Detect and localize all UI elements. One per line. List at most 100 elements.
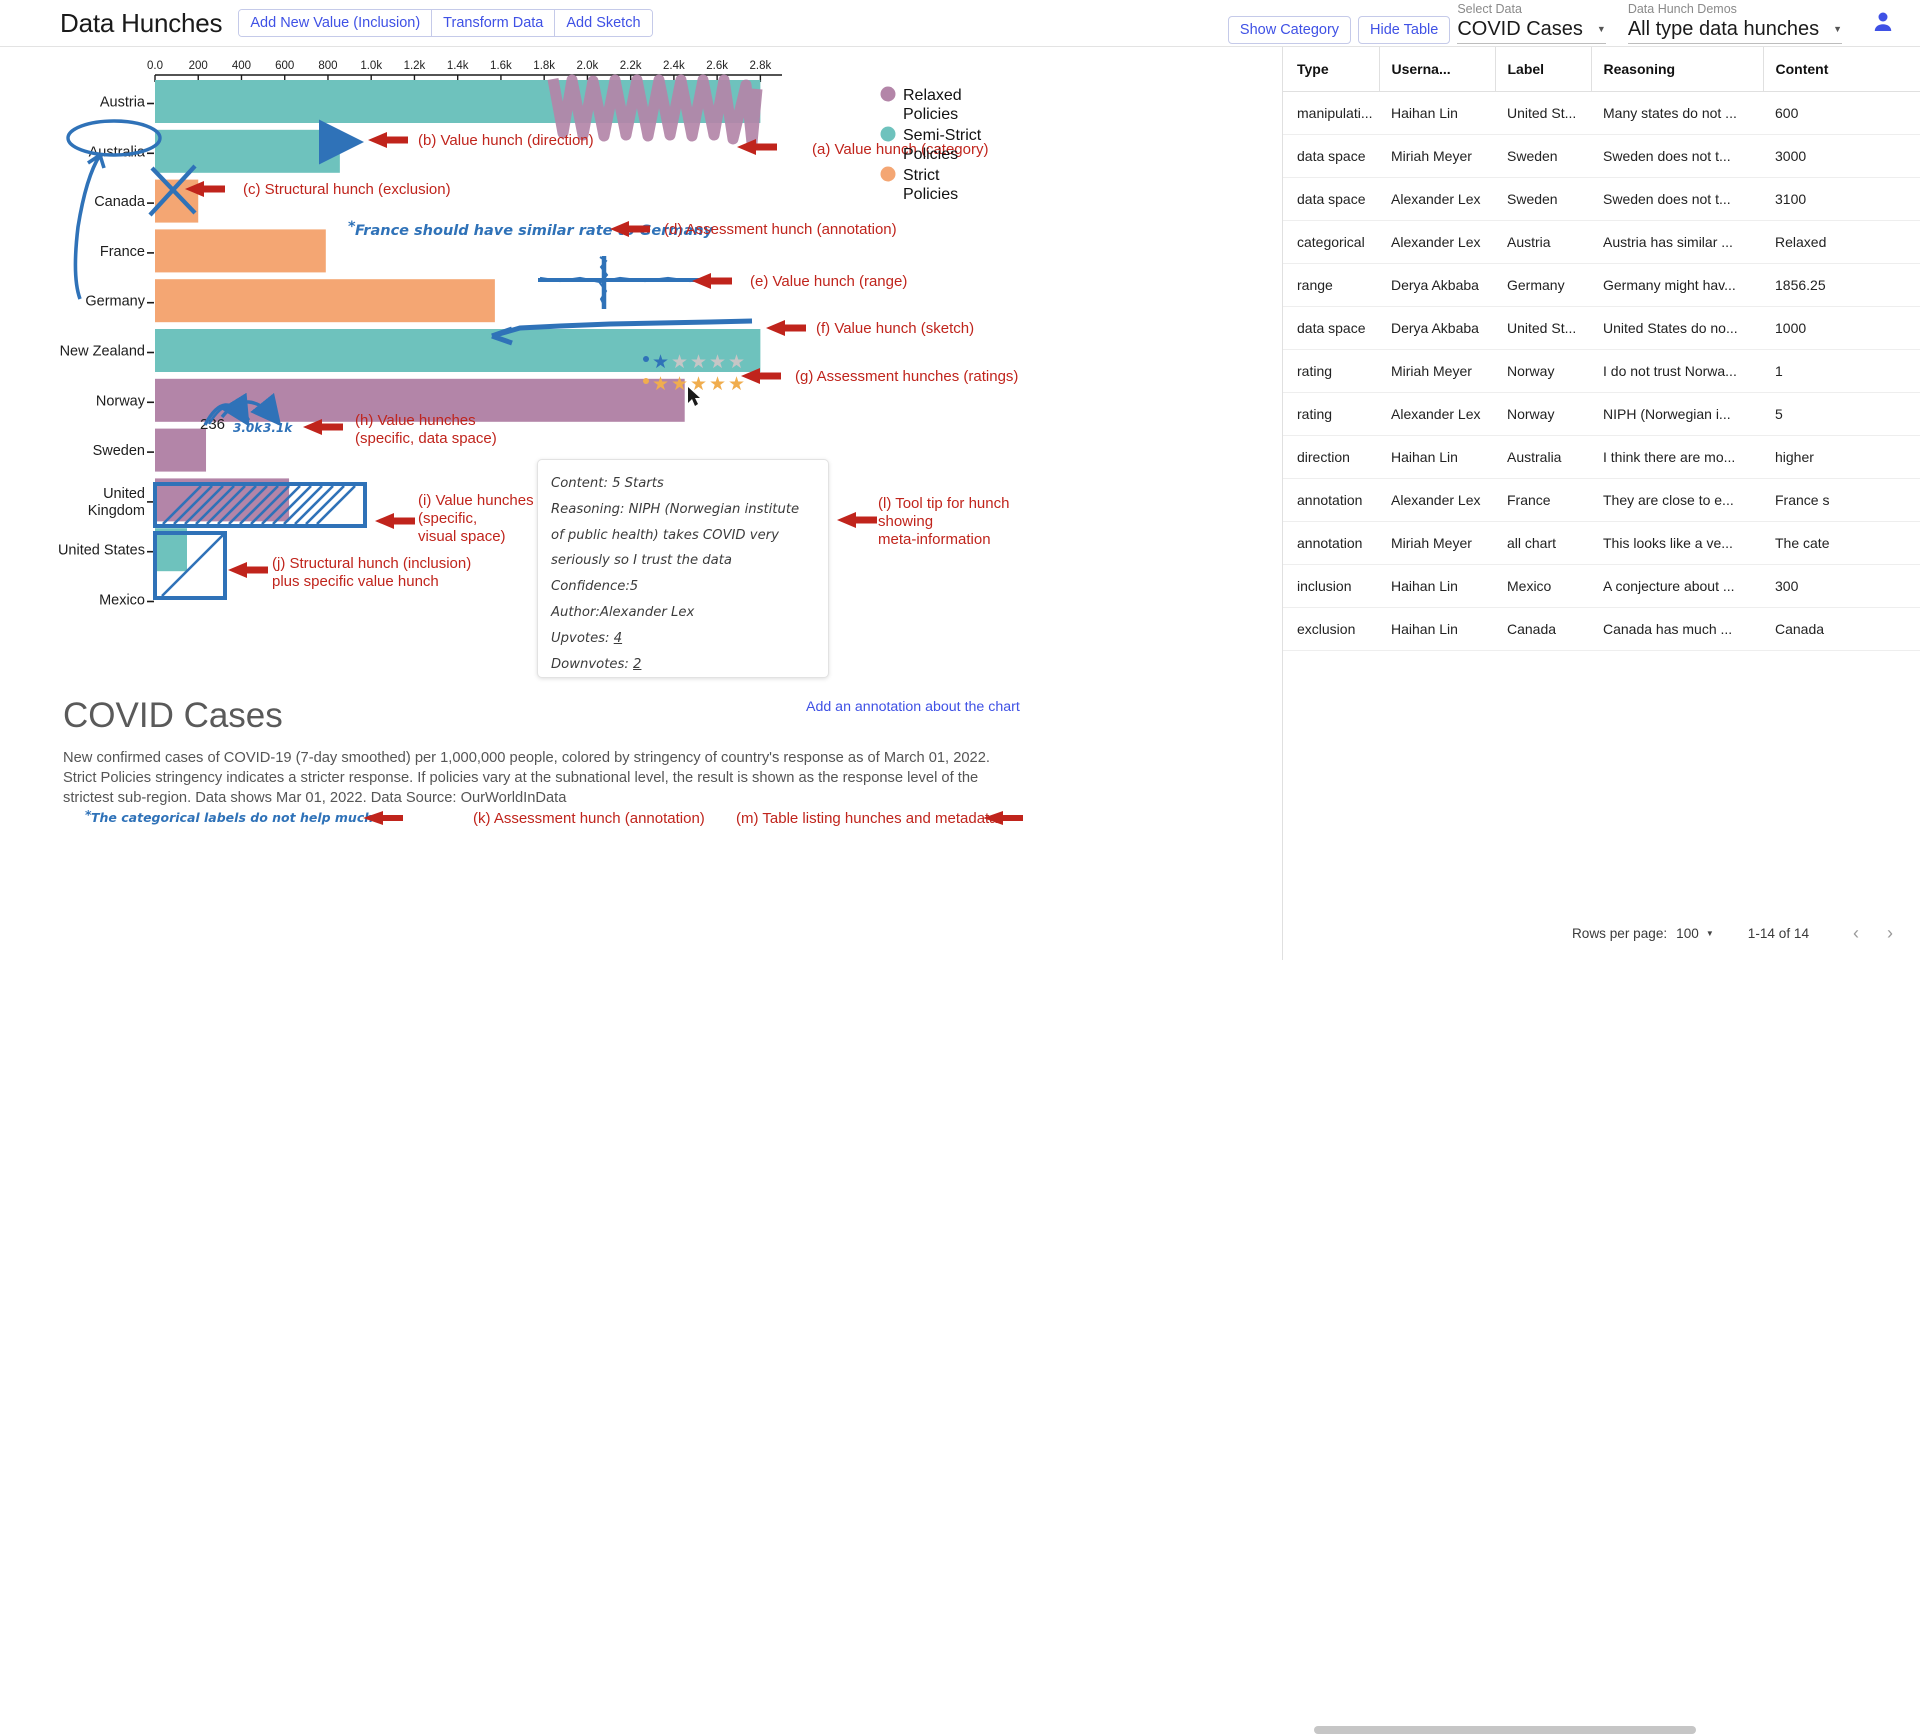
x-axis-tick-label: 1.4k (447, 60, 469, 72)
category-label: Mexico (99, 593, 145, 609)
bar[interactable] (155, 428, 207, 472)
tooltip-upvotes-value[interactable]: 4 (614, 631, 622, 646)
show-category-button[interactable]: Show Category (1227, 16, 1352, 44)
rating-star-icon[interactable]: ★ (671, 352, 688, 373)
previous-page-button[interactable]: ‹ (1839, 923, 1873, 944)
select-data-value: COVID Cases (1457, 18, 1583, 40)
hunch-tooltip: Content: 5 Starts Reasoning: NIPH (Norwe… (537, 459, 829, 678)
column-header-username[interactable]: Userna... (1378, 47, 1495, 92)
table-row[interactable]: range Derya Akbaba Germany Germany might ha… (1283, 263, 1920, 307)
table-cell-username: Derya Akbaba (1379, 306, 1495, 350)
table-row[interactable]: manipulati... Haihan Lin United St... Many … (1283, 91, 1920, 135)
table-cell-content: 300 (1763, 564, 1920, 608)
tooltip-upvotes-row: Upvotes: 4 (551, 626, 815, 652)
table-row[interactable]: data space Miriah Meyer Sweden Sweden does … (1283, 134, 1920, 178)
category-label: Austria (100, 95, 146, 111)
table-row[interactable]: inclusion Haihan Lin Mexico A conjecture ab… (1283, 564, 1920, 608)
column-header-reasoning[interactable]: Reasoning (1590, 47, 1763, 92)
x-axis-tick-label: 1.6k (490, 60, 512, 72)
table-row[interactable]: rating Miriah Meyer Norway I do not trust N… (1283, 349, 1920, 393)
rating-star-icon[interactable]: ★ (671, 374, 688, 395)
add-new-value-inclusion-button[interactable]: Add New Value (Inclusion) (239, 10, 433, 36)
table-cell-content: France s (1763, 478, 1920, 522)
data-hunch-demos-dropdown[interactable]: All type data hunches ▼ (1627, 18, 1842, 44)
table-cell-username: Haihan Lin (1379, 91, 1495, 135)
table-scroll-area[interactable]: Type Userna... Label Reasoning Content m… (1283, 47, 1920, 892)
callout-arrow (228, 562, 268, 578)
table-cell-username: Alexander Lex (1379, 392, 1495, 436)
tooltip-downvotes-value[interactable]: 2 (633, 657, 641, 672)
annotation-star-marker: * (85, 807, 92, 822)
rating-star-icon[interactable]: ★ (728, 352, 745, 373)
table-cell-label: United St... (1495, 306, 1591, 350)
chevron-down-icon: ▼ (1705, 928, 1714, 938)
hide-table-button[interactable]: Hide Table (1358, 16, 1451, 44)
add-sketch-button[interactable]: Add Sketch (555, 10, 652, 36)
table-row[interactable]: categorical Alexander Lex Austria Austria h… (1283, 220, 1920, 264)
bar[interactable] (155, 329, 761, 372)
callout-label: (g) Assessment hunches (ratings) (795, 368, 1018, 385)
rating-star-icon[interactable]: ★ (728, 374, 745, 395)
callout-label: (e) Value hunch (range) (750, 273, 907, 290)
callout-arrow (692, 273, 732, 289)
legend-swatch[interactable] (880, 86, 896, 102)
rating-star-icon[interactable]: ★ (652, 374, 669, 395)
table-cell-username: Miriah Meyer (1379, 134, 1495, 178)
column-header-content[interactable]: Content (1762, 47, 1920, 92)
table-cell-username: Miriah Meyer (1379, 521, 1495, 565)
rating-star-icon[interactable]: ★ (709, 374, 726, 395)
legend-swatch[interactable] (880, 126, 896, 142)
bar[interactable] (155, 229, 326, 273)
horizontal-scrollbar-thumb[interactable] (1314, 1726, 1696, 1734)
table-row[interactable]: data space Derya Akbaba United St... United… (1283, 306, 1920, 350)
x-axis-tick-label: 1.0k (360, 60, 382, 72)
hunch-d-annotation[interactable]: France should have similar rate to Germa… (348, 219, 714, 239)
column-header-type[interactable]: Type (1283, 47, 1379, 92)
table-cell-username: Miriah Meyer (1379, 349, 1495, 393)
table-row[interactable]: data space Alexander Lex Sweden Sweden does… (1283, 177, 1920, 221)
table-cell-content: 1856.25 (1763, 263, 1920, 307)
horizontal-scrollbar-track[interactable] (1283, 885, 1920, 1734)
account-circle-icon[interactable] (1868, 7, 1898, 42)
rows-per-page-dropdown[interactable]: 100 ▼ (1676, 926, 1714, 941)
rows-per-page-value: 100 (1676, 925, 1699, 941)
pagination-range-label: 1-14 of 14 (1747, 925, 1809, 941)
legend-swatch[interactable] (880, 166, 896, 182)
add-annotation-about-chart-link[interactable]: Add an annotation about the chart (806, 699, 1020, 715)
table-cell-reasoning: Sweden does not t... (1591, 134, 1763, 178)
bar[interactable] (155, 129, 340, 173)
table-body: manipulati... Haihan Lin United St... Many … (1283, 91, 1920, 651)
callout-label: (d) Assessment hunch (annotation) (664, 221, 897, 238)
sketch-hatch-line (305, 485, 345, 525)
next-page-button[interactable]: › (1873, 923, 1907, 944)
table-cell-label: Mexico (1495, 564, 1591, 608)
rating-star-icon[interactable]: ★ (652, 352, 669, 373)
france-annotation-text: France should have similar rate to Germa… (355, 223, 714, 239)
table-cell-content: Canada (1763, 607, 1920, 651)
table-row[interactable]: exclusion Haihan Lin Canada Canada has much… (1283, 607, 1920, 651)
hunch-e-range-sketch[interactable] (538, 256, 712, 309)
rating-star-icon[interactable]: ★ (709, 352, 726, 373)
tooltip-reasoning-line: Reasoning: NIPH (Norwegian institute of … (551, 501, 800, 569)
table-cell-label: Germany (1495, 263, 1591, 307)
table-row[interactable]: annotation Miriah Meyer all chart This look… (1283, 521, 1920, 565)
table-row[interactable]: annotation Alexander Lex France They are cl… (1283, 478, 1920, 522)
table-cell-reasoning: NIPH (Norwegian i... (1591, 392, 1763, 436)
table-row[interactable]: direction Haihan Lin Australia I think ther… (1283, 435, 1920, 479)
transform-data-button[interactable]: Transform Data (432, 10, 556, 36)
bar[interactable] (155, 279, 495, 323)
rating-star-icon[interactable]: ★ (690, 352, 707, 373)
chart-panel: 0.0 200 400 600 800 1.0k 1.2k 1.4k 1.6k 1.8k 2.0k 2… (0, 47, 1282, 960)
sketch-hatch-line (294, 485, 334, 525)
tooltip-downvotes-label: Downvotes: (551, 656, 629, 672)
table-cell-content: The cate (1763, 521, 1920, 565)
table-row[interactable]: rating Alexander Lex Norway NIPH (Norwegian… (1283, 392, 1920, 436)
select-data-dropdown[interactable]: COVID Cases ▼ (1457, 18, 1606, 44)
x-axis: 0.0 200 400 600 800 1.0k 1.2k 1.4k 1.6k 1.8k 2.0k 2… (147, 60, 782, 82)
table-cell-label: United St... (1495, 91, 1591, 135)
table-cell-username: Alexander Lex (1379, 220, 1495, 264)
chevron-down-icon: ▼ (1833, 24, 1842, 34)
column-header-label[interactable]: Label (1494, 47, 1591, 92)
table-cell-type: data space (1283, 306, 1379, 350)
header-right-controls: Show Category Hide Table Select Data COV… (1227, 2, 1898, 44)
